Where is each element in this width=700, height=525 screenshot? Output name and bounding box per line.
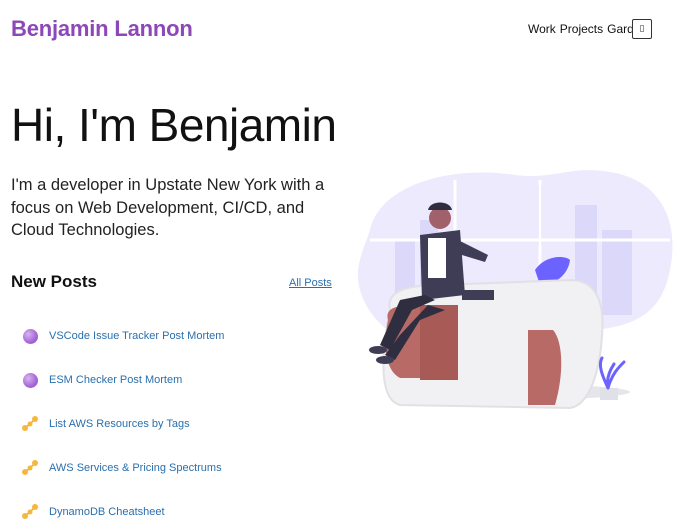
post-link[interactable]: ESM Checker Post Mortem bbox=[49, 374, 182, 386]
post-link[interactable]: VSCode Issue Tracker Post Mortem bbox=[49, 330, 224, 342]
list-item[interactable]: ESM Checker Post Mortem bbox=[20, 358, 340, 402]
post-link[interactable]: List AWS Resources by Tags bbox=[49, 418, 190, 430]
list-item[interactable]: VSCode Issue Tracker Post Mortem bbox=[20, 314, 340, 358]
hero-illustration bbox=[357, 170, 673, 410]
menu-icon: ▯ bbox=[639, 24, 645, 34]
nav-item-work[interactable]: Work bbox=[528, 22, 556, 36]
all-posts-link[interactable]: All Posts bbox=[289, 277, 332, 289]
post-list: VSCode Issue Tracker Post Mortem ESM Che… bbox=[20, 314, 340, 525]
bubble-icon bbox=[20, 326, 40, 346]
bubble-icon bbox=[20, 370, 40, 390]
new-posts-heading: New Posts bbox=[11, 272, 97, 291]
hero-title: Hi, I'm Benjamin bbox=[11, 99, 337, 151]
list-item[interactable]: AWS Services & Pricing Spectrums bbox=[20, 446, 340, 490]
list-item[interactable]: List AWS Resources by Tags bbox=[20, 402, 340, 446]
site-title[interactable]: Benjamin Lannon bbox=[11, 16, 193, 42]
main-nav: Work Projects Garden bbox=[528, 22, 647, 36]
list-item[interactable]: DynamoDB Cheatsheet bbox=[20, 490, 340, 525]
nav-item-projects[interactable]: Projects bbox=[560, 22, 603, 36]
molecule-icon bbox=[20, 458, 40, 478]
post-link[interactable]: AWS Services & Pricing Spectrums bbox=[49, 462, 222, 474]
molecule-icon bbox=[20, 502, 40, 522]
molecule-icon bbox=[20, 414, 40, 434]
hero-subtitle: I'm a developer in Upstate New York with… bbox=[11, 176, 325, 239]
theme-toggle-button[interactable]: ▯ bbox=[632, 19, 652, 39]
post-link[interactable]: DynamoDB Cheatsheet bbox=[49, 506, 165, 518]
